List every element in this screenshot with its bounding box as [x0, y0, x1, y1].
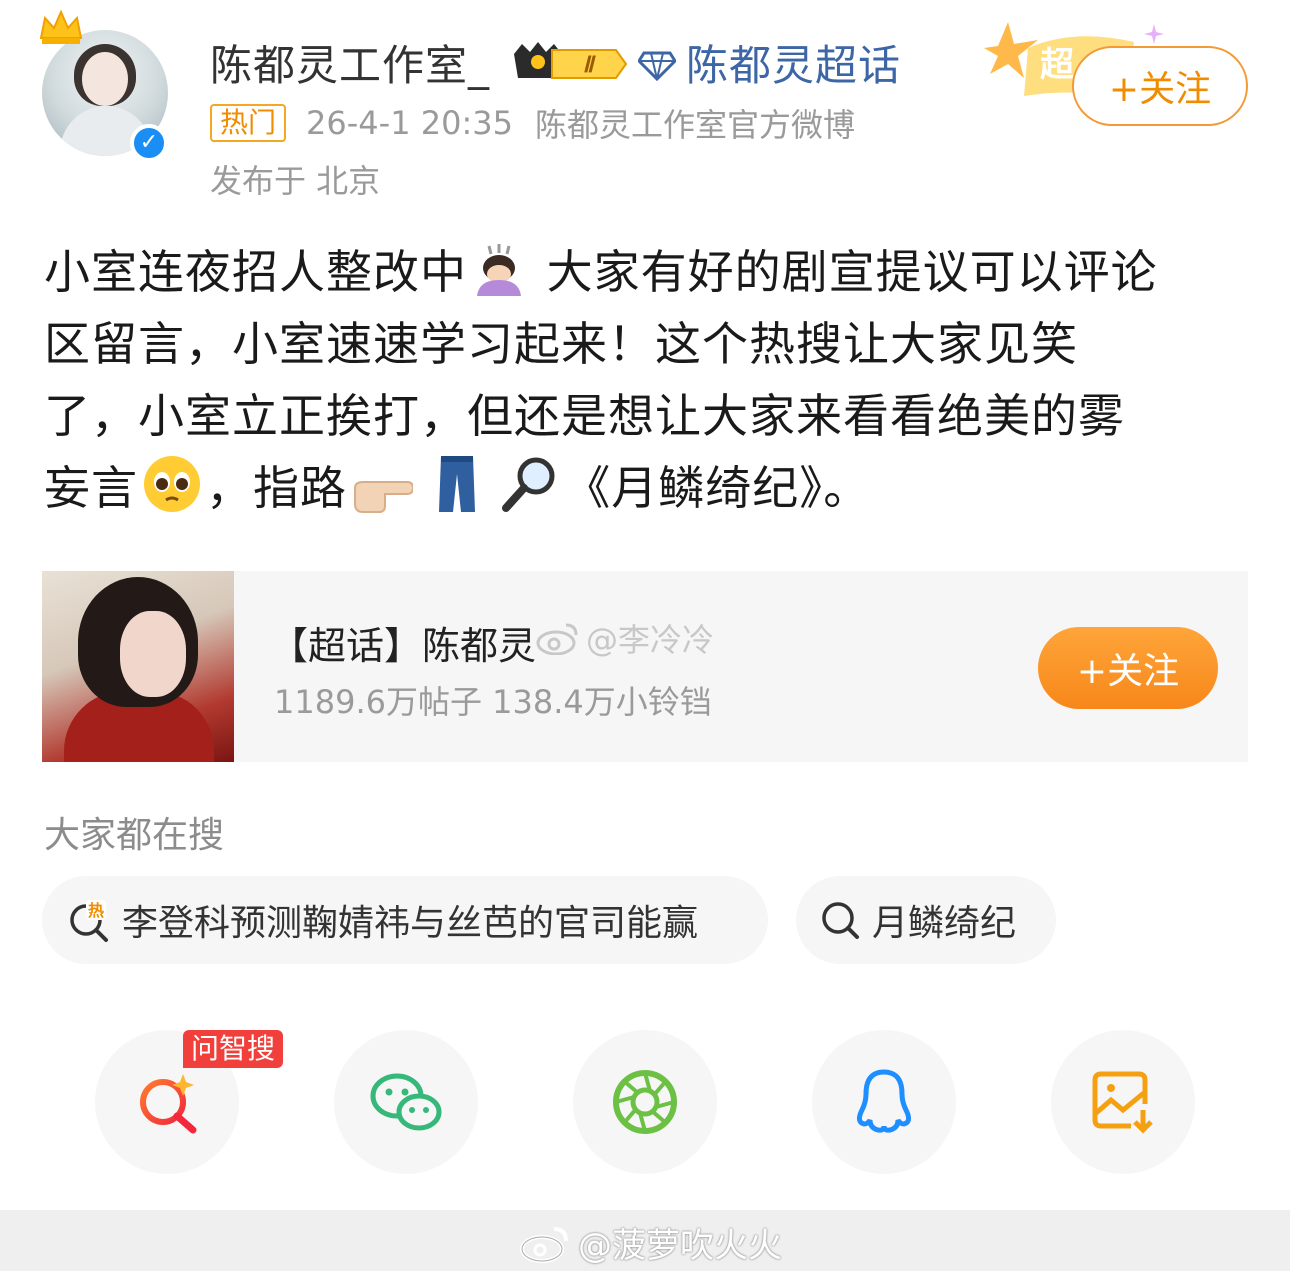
card-title: 【超话】陈都灵 — [270, 624, 537, 668]
share-qq-button[interactable] — [812, 1030, 956, 1174]
ai-search-badge: 问智搜 — [183, 1030, 284, 1068]
search-chip-normal[interactable]: 月鳞绮纪 — [796, 876, 1056, 964]
post-text-4c[interactable]: 《月鳞绮纪》。 — [564, 461, 870, 515]
pleading-face-emoji-icon — [144, 456, 200, 512]
super-topic-link[interactable]: 陈都灵超话 — [638, 36, 901, 96]
pointing-hand-emoji-icon — [354, 481, 413, 513]
post-line-4: 妄言 ，指路 《月鳞绮纪》。 — [44, 452, 1254, 524]
bottom-watermark-text: @菠萝吹火火 — [578, 1226, 782, 1266]
post-line-3: 了，小室立正挨打，但还是想让大家来看看绝美的雾 — [44, 389, 1125, 443]
search-section-title: 大家都在搜 — [44, 815, 225, 856]
post-line-2: 区留言，小室速速学习起来！这个热搜让大家见笑 — [44, 317, 1078, 371]
card-follow-button[interactable]: +关注 — [1038, 627, 1218, 709]
share-save-image-button[interactable] — [1051, 1030, 1195, 1174]
meta-line: 热门 26-4-1 20:35 陈都灵工作室官方微博 — [210, 100, 877, 146]
verified-badge-icon: ✓ — [130, 124, 168, 162]
jeans-emoji-icon — [438, 456, 475, 512]
card-watermark-text: @李冷冷 — [586, 621, 715, 659]
level-badge-icon: Ⅱ — [514, 42, 628, 79]
card-watermark: @李冷冷 — [536, 615, 714, 661]
post-text-4b: ，指路 — [206, 461, 347, 515]
bowing-person-emoji-icon — [477, 244, 521, 296]
follow-button[interactable]: +关注 — [1072, 46, 1248, 126]
user-name[interactable]: 陈都灵工作室_ — [210, 36, 490, 96]
search-chip-hot[interactable]: 热 李登科预测鞠婧祎与丝芭的官司能赢 — [42, 876, 768, 964]
share-moments-button[interactable] — [573, 1030, 717, 1174]
super-topic-card[interactable]: 【超话】陈都灵 @李冷冷 1189.6万帖子 138.4万小铃铛 +关注 — [42, 571, 1248, 762]
search-chip-label: 李登科预测鞠婧祎与丝芭的官司能赢 — [122, 903, 699, 944]
search-chip-label: 月鳞绮纪 — [872, 903, 1017, 944]
svg-text:热: 热 — [88, 901, 104, 920]
moments-icon — [613, 1070, 677, 1134]
wechat-icon — [370, 1073, 442, 1131]
super-topic-badge-text: 超 — [1040, 45, 1075, 85]
qq-icon — [856, 1069, 912, 1133]
magnifier-emoji-icon — [502, 457, 555, 512]
post-text-1b: 大家有好的剧宣提议可以评论 — [546, 245, 1158, 299]
post-timestamp: 26-4-1 20:35 — [306, 104, 513, 142]
bottom-watermark: @菠萝吹火火 — [520, 1218, 782, 1267]
hot-search-icon: 热 — [70, 900, 108, 942]
post-location: 发布于 北京 — [210, 162, 381, 200]
super-topic-label: 陈都灵超话 — [686, 41, 902, 90]
hot-tag: 热门 — [210, 104, 287, 142]
search-icon — [822, 902, 859, 939]
save-image-icon — [1092, 1071, 1153, 1134]
diamond-icon — [638, 51, 676, 81]
post-text-1a: 小室连夜招人整改中 — [44, 245, 467, 299]
post-source[interactable]: 陈都灵工作室官方微博 — [535, 100, 855, 146]
crown-icon — [39, 9, 83, 44]
post-text-4a: 妄言 — [44, 461, 138, 515]
ai-search-icon — [140, 1074, 197, 1134]
card-stats: 1189.6万帖子 138.4万小铃铛 — [274, 683, 712, 721]
post-line-1: 小室连夜招人整改中 大家有好的剧宣提议可以评论 — [44, 236, 1254, 308]
weibo-logo-icon — [520, 1226, 568, 1263]
card-cover-image — [42, 571, 234, 762]
post-body: 小室连夜招人整改中 大家有好的剧宣提议可以评论 区留言，小室速速学习起来！这个热… — [44, 236, 1254, 524]
share-wechat-button[interactable] — [334, 1030, 478, 1174]
weibo-logo-icon — [536, 623, 578, 655]
